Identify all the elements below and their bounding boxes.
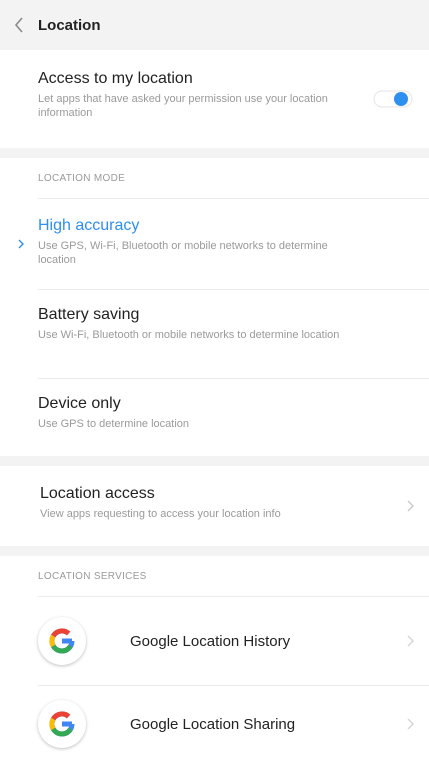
service-google-location-history[interactable]: Google Location History (0, 597, 429, 685)
location-access-title: Location access (40, 485, 155, 502)
section-gap (0, 148, 429, 158)
chevron-left-icon (14, 17, 23, 33)
access-subtitle: Let apps that have asked your permission… (38, 93, 328, 119)
mode-option-device-only[interactable]: Device only Use GPS to determine locatio… (0, 379, 429, 456)
mode-option-subtitle: Use GPS to determine location (38, 418, 190, 430)
mode-option-high-accuracy[interactable]: High accuracy Use GPS, Wi-Fi, Bluetooth … (0, 199, 429, 289)
access-card: Access to my location Let apps that have… (0, 50, 429, 148)
location-access-row[interactable]: Location access View apps requesting to … (0, 466, 429, 546)
toggle-switch-icon (373, 90, 413, 108)
location-mode-card: LOCATION MODE High accuracy Use GPS, Wi-… (0, 158, 429, 456)
service-google-location-sharing[interactable]: Google Location Sharing (0, 686, 429, 762)
location-settings-screen: Location Access to my location Let apps … (0, 0, 429, 762)
access-title: Access to my location (38, 70, 193, 87)
access-toggle[interactable] (373, 88, 413, 110)
page-title: Location (38, 16, 101, 34)
location-services-card: LOCATION SERVICES Google Location Histor… (0, 556, 429, 762)
location-services-header: LOCATION SERVICES (0, 556, 429, 596)
mode-option-title: Device only (38, 395, 121, 412)
location-services-label: LOCATION SERVICES (38, 570, 147, 582)
location-mode-header: LOCATION MODE (0, 158, 429, 198)
service-label: Google Location History (130, 632, 291, 650)
mode-option-subtitle: Use GPS, Wi-Fi, Bluetooth or mobile netw… (38, 240, 328, 266)
section-gap (0, 456, 429, 466)
location-access-subtitle: View apps requesting to access your loca… (40, 508, 281, 520)
chevron-right-icon (407, 718, 414, 730)
mode-option-battery-saving[interactable]: Battery saving Use Wi-Fi, Bluetooth or m… (0, 290, 429, 378)
mode-option-title: High accuracy (38, 217, 140, 234)
selected-chevron-icon (18, 239, 24, 249)
google-g-icon (38, 617, 86, 665)
chevron-right-icon (407, 500, 414, 512)
mode-option-title: Battery saving (38, 306, 140, 323)
chevron-right-icon (407, 635, 414, 647)
back-button[interactable] (0, 17, 38, 33)
header-bar: Location (0, 0, 429, 50)
section-gap (0, 546, 429, 556)
google-g-icon (38, 700, 86, 748)
access-to-location-row[interactable]: Access to my location Let apps that have… (0, 50, 429, 148)
service-label: Google Location Sharing (130, 715, 296, 733)
mode-option-subtitle: Use Wi-Fi, Bluetooth or mobile networks … (38, 329, 340, 341)
location-access-card: Location access View apps requesting to … (0, 466, 429, 546)
location-mode-label: LOCATION MODE (38, 172, 126, 184)
